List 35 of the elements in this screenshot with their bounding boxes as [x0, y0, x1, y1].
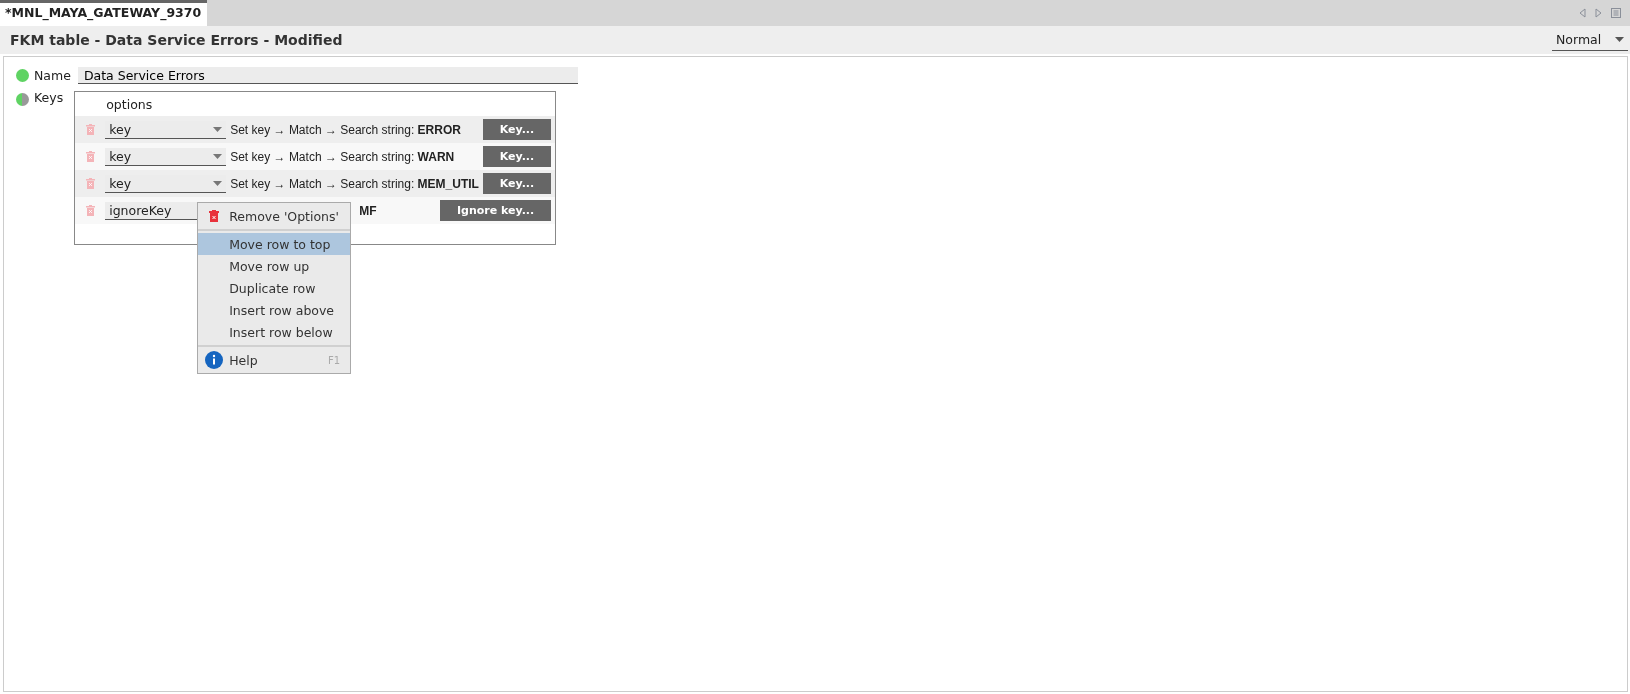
editor-tab[interactable]: *MNL_MAYA_GATEWAY_9370	[0, 0, 208, 26]
trash-icon[interactable]	[86, 178, 96, 189]
trash-icon[interactable]	[86, 205, 96, 216]
row-description: Set key → Match → Search string: WARN	[230, 149, 455, 164]
mode-dropdown[interactable]: Normal	[1552, 29, 1628, 51]
page-title: FKM table - Data Service Errors - Modified	[10, 32, 344, 48]
key-dropdown[interactable]: key	[105, 147, 227, 166]
key-button[interactable]: Key...	[482, 119, 552, 140]
trash-icon[interactable]	[86, 124, 96, 135]
menu-item[interactable]: Move row up	[198, 255, 351, 277]
row-description: Set key → Match → Search string: ERROR	[230, 122, 461, 137]
caret-icon	[213, 153, 223, 159]
row-description: MF	[359, 203, 377, 218]
caret-icon	[213, 126, 223, 132]
key-button[interactable]: Ignore key...	[439, 200, 552, 221]
menu-item[interactable]: Move row to top	[198, 233, 351, 255]
info-icon	[204, 351, 223, 369]
row-description: Set key → Match → Search string: MEM_UTIL	[230, 176, 479, 191]
key-button[interactable]: Key...	[482, 146, 552, 167]
trash-icon	[208, 210, 219, 222]
field-label: Keys	[34, 90, 64, 106]
menu-item[interactable]: Duplicate row	[198, 277, 351, 299]
key-button[interactable]: Key...	[482, 173, 552, 194]
caret-icon	[1615, 37, 1624, 42]
list-icon[interactable]	[1611, 8, 1621, 18]
menu-item[interactable]: Insert row above	[198, 299, 351, 321]
menu-item[interactable]: Insert row below	[198, 321, 351, 343]
field-label: Name	[34, 67, 71, 84]
scroll-right-icon[interactable]	[1595, 8, 1602, 18]
menu-item[interactable]: Help F1	[198, 349, 351, 371]
trash-icon[interactable]	[86, 151, 96, 162]
scroll-left-icon[interactable]	[1579, 8, 1586, 18]
column-header: options	[105, 96, 154, 114]
caret-icon	[213, 180, 223, 186]
name-field[interactable]: Data Service Errors	[77, 67, 578, 84]
